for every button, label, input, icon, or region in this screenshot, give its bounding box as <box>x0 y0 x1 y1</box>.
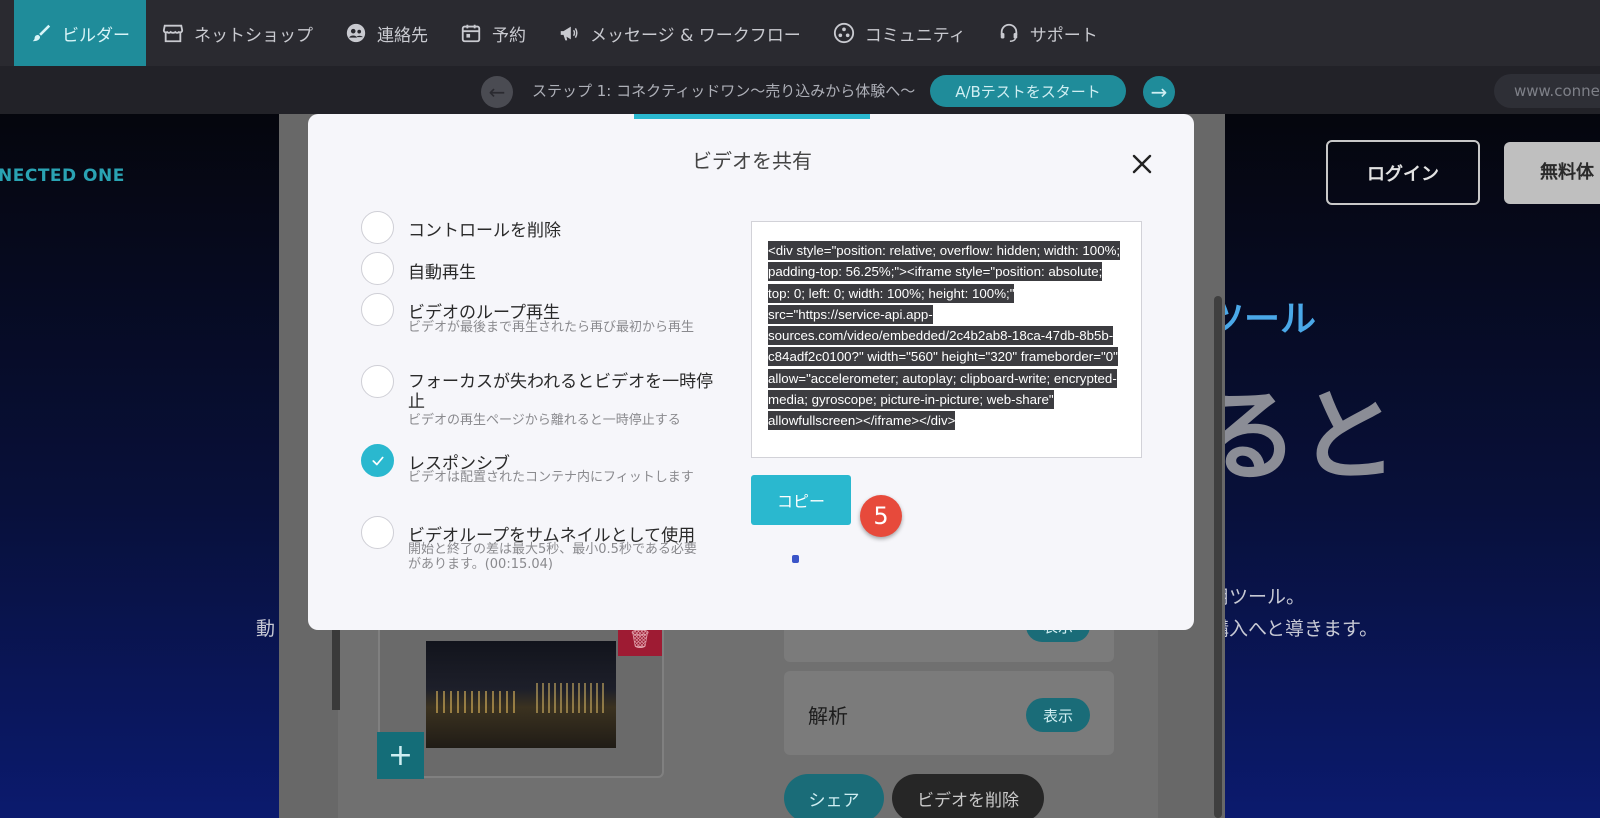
mouse-cursor-icon <box>792 555 799 563</box>
modal-title: ビデオを共有 <box>692 149 812 173</box>
nav-item-netshop[interactable]: ネットショップ <box>146 0 329 66</box>
calendar-icon <box>461 24 481 43</box>
free-trial-button[interactable]: 無料体 <box>1504 142 1600 204</box>
share-button[interactable]: シェア <box>784 774 884 818</box>
modal-accent-bar <box>634 114 870 119</box>
hero-large-text: ると <box>1198 378 1398 495</box>
arrow-right-icon: → <box>1150 80 1168 104</box>
nav-item-label: 連絡先 <box>377 25 428 46</box>
option-responsive-description: ビデオは配置されたコンテナ内にフィットします <box>408 470 694 485</box>
embed-code-textarea[interactable]: <div style="position: relative; overflow… <box>751 221 1142 458</box>
panel-scrollbar[interactable] <box>1214 296 1222 818</box>
nav-item-messages-workflow[interactable]: メッセージ & ワークフロー <box>542 0 817 66</box>
option-autoplay-label: 自動再生 <box>408 263 476 283</box>
analytics-label: 解析 <box>808 704 848 728</box>
nav-item-label: メッセージ & ワークフロー <box>590 25 801 46</box>
nav-item-label: サポート <box>1029 25 1098 46</box>
step-back-button[interactable]: ← <box>481 76 513 108</box>
brush-icon <box>32 24 51 42</box>
option-remove-controls-radio[interactable] <box>361 211 394 244</box>
check-icon <box>371 456 384 465</box>
option-pause-on-blur-radio[interactable] <box>361 365 394 398</box>
nav-item-contacts[interactable]: 連絡先 <box>329 0 444 66</box>
copy-button[interactable]: コピー <box>751 475 851 525</box>
support-icon <box>1000 23 1017 42</box>
top-nav: ビルダー ネットショップ 連絡先 予約 メッセージ & ワークフロー コミュニテ… <box>0 0 1600 66</box>
step-next-button[interactable]: → <box>1143 76 1175 108</box>
community-icon <box>833 22 854 44</box>
video-thumbnail-image <box>426 641 616 748</box>
trash-icon: 🗑 <box>628 629 652 650</box>
hero-subtext-line2: 購入へと導きます。 <box>1210 618 1379 640</box>
nav-item-label: ビルダー <box>62 25 130 46</box>
url-display[interactable]: www.conne <box>1494 74 1600 108</box>
nav-item-label: ネットショップ <box>194 25 313 46</box>
analytics-show-button[interactable]: 表示 <box>1026 698 1090 732</box>
option-loop-radio[interactable] <box>361 293 394 326</box>
nav-item-community[interactable]: コミュニティ <box>817 0 982 66</box>
contacts-icon <box>346 23 366 43</box>
hero-left-text: 動 <box>256 618 276 640</box>
arrow-left-icon: ← <box>488 80 506 104</box>
megaphone-icon <box>560 26 578 41</box>
store-icon <box>162 24 184 43</box>
close-icon[interactable] <box>1130 152 1154 176</box>
add-thumbnail-button[interactable]: + <box>377 732 424 779</box>
option-loop-description: ビデオが最後まで再生されたら再び最初から再生 <box>408 320 695 335</box>
option-responsive-radio[interactable] <box>361 444 394 477</box>
option-loop-thumbnail-description: 開始と終了の差は最大5秒、最小0.5秒である必要があります。(00:15.04) <box>408 542 697 572</box>
option-pause-on-blur-description: ビデオの再生ページから離れると一時停止する <box>408 413 681 428</box>
nav-item-support[interactable]: サポート <box>982 0 1114 66</box>
plus-icon: + <box>387 738 414 773</box>
login-button[interactable]: ログイン <box>1326 140 1480 205</box>
option-loop-thumbnail-radio[interactable] <box>361 516 394 549</box>
step-number-badge: 5 <box>860 495 902 537</box>
option-pause-on-blur-label: フォーカスが失われるとビデオを一時停止 <box>408 372 714 412</box>
step-title: ステップ 1: コネクティッドワン〜売り込みから体験へ〜 <box>532 82 916 100</box>
nav-item-label: 予約 <box>492 25 526 46</box>
embed-code-text: <div style="position: relative; overflow… <box>768 240 1127 432</box>
ab-test-start-button[interactable]: A/Bテストをスタート <box>930 75 1126 107</box>
delete-video-button[interactable]: ビデオを削除 <box>892 774 1044 818</box>
nav-item-builder[interactable]: ビルダー <box>14 0 146 66</box>
nav-item-label: コミュニティ <box>864 25 966 46</box>
option-remove-controls-label: コントロールを削除 <box>408 221 561 241</box>
embed-code-selection: <div style="position: relative; overflow… <box>768 241 1121 431</box>
brand-logo-text: NECTED ONE <box>0 166 125 186</box>
option-autoplay-radio[interactable] <box>361 252 394 285</box>
nav-item-booking[interactable]: 予約 <box>444 0 542 66</box>
